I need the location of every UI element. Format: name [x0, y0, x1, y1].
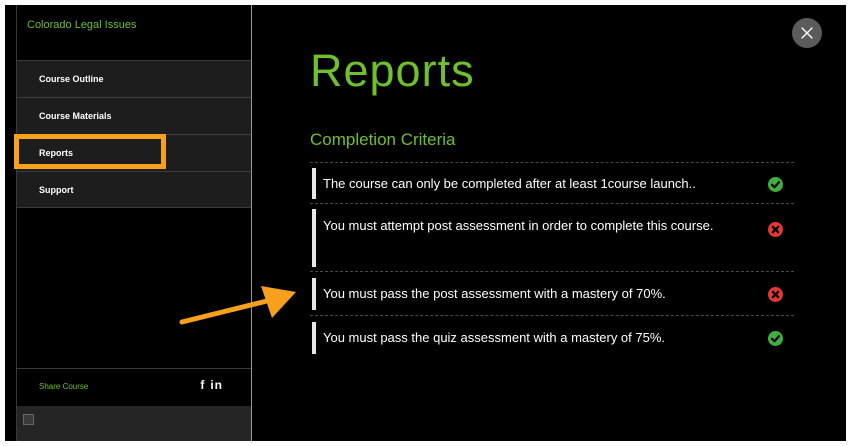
- x-circle-icon: [768, 287, 783, 302]
- facebook-icon[interactable]: f: [200, 378, 205, 392]
- check-circle-icon: [768, 177, 783, 192]
- course-title: Colorado Legal Issues: [27, 19, 137, 31]
- row-marker: [312, 209, 316, 267]
- close-icon: [801, 27, 813, 39]
- share-course-row: Share Course f in: [17, 368, 251, 406]
- section-title: Completion Criteria: [310, 130, 456, 149]
- list-item: You must pass the quiz assessment with a…: [310, 316, 794, 360]
- close-button[interactable]: [792, 18, 822, 48]
- row-marker: [312, 168, 316, 199]
- completion-criteria-list: The course can only be completed after a…: [310, 162, 794, 360]
- page-title: Reports: [310, 45, 475, 96]
- sidebar-item-course-materials[interactable]: Course Materials: [17, 97, 251, 134]
- criterion-text: You must pass the quiz assessment with a…: [323, 330, 666, 345]
- row-marker: [312, 322, 316, 354]
- linkedin-icon[interactable]: in: [210, 378, 223, 392]
- sidebar-item-support[interactable]: Support: [17, 171, 251, 208]
- check-circle-icon: [768, 331, 783, 346]
- social-links: f in: [195, 378, 223, 392]
- broken-image-icon: [23, 414, 34, 425]
- app-frame: Colorado Legal Issues Course Outline Cou…: [5, 5, 846, 441]
- reports-highlight-box: [14, 134, 166, 169]
- criterion-text: The course can only be completed after a…: [323, 176, 696, 191]
- sidebar-item-course-outline[interactable]: Course Outline: [17, 60, 251, 97]
- x-circle-icon: [768, 222, 783, 237]
- list-item: You must pass the post assessment with a…: [310, 272, 794, 316]
- sidebar: Colorado Legal Issues Course Outline Cou…: [16, 5, 252, 441]
- criterion-text: You must attempt post assessment in orde…: [323, 218, 714, 233]
- criterion-text: You must pass the post assessment with a…: [323, 286, 666, 301]
- list-item: The course can only be completed after a…: [310, 163, 794, 204]
- row-marker: [312, 278, 316, 310]
- list-item: You must attempt post assessment in orde…: [310, 204, 794, 272]
- share-course-label: Share Course: [39, 382, 89, 391]
- sidebar-footer: [17, 406, 251, 441]
